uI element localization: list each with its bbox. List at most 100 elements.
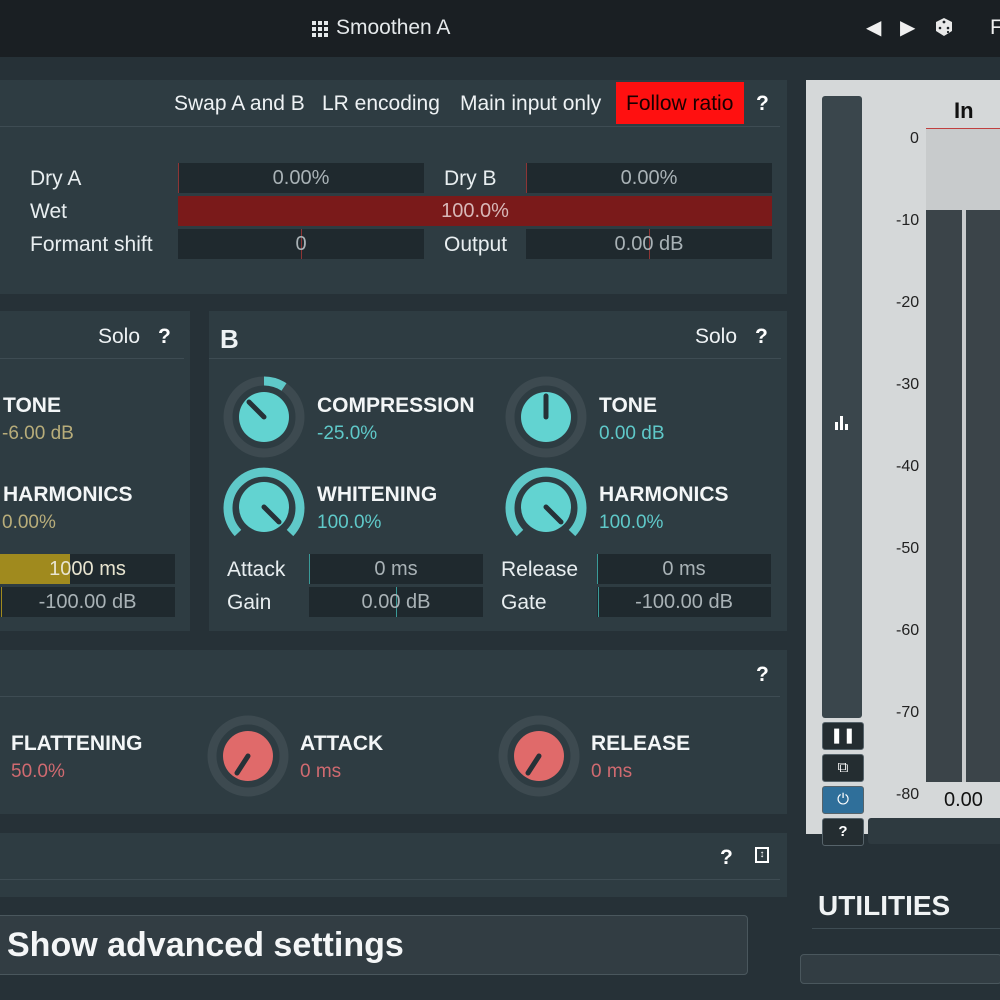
section-b-panel: B Solo ? COMPRESSION -25.0% TONE 0.00 dB… xyxy=(209,311,787,631)
show-advanced-settings-label: Show advanced settings xyxy=(7,926,404,964)
meter-scale-label: -60 xyxy=(896,622,920,639)
gain-label: Gain xyxy=(227,591,272,614)
pause-icon[interactable]: ❚❚ xyxy=(822,722,864,750)
formant-shift-value: 0 xyxy=(295,233,307,255)
harmonics-b-value: 100.0% xyxy=(599,512,664,533)
wet-value: 100.0% xyxy=(441,200,509,222)
output-value: 0.00 dB xyxy=(614,233,684,255)
divider xyxy=(0,696,780,697)
harmonics-b-title: HARMONICS xyxy=(599,483,729,506)
power-icon[interactable]: ⏻ xyxy=(822,786,864,814)
triangle-left-icon[interactable]: ◀ xyxy=(866,15,881,40)
swap-ab-button[interactable]: Swap A and B xyxy=(174,92,305,116)
triangle-right-icon[interactable]: ▶ xyxy=(900,15,915,40)
dry-a-label: Dry A xyxy=(30,167,82,190)
harmonics-a-title: HARMONICS xyxy=(3,483,133,506)
output-field[interactable]: 0.00 dB xyxy=(526,229,772,259)
formant-shift-label: Formant shift xyxy=(30,233,153,256)
attack-value: 0 ms xyxy=(374,558,418,580)
release-title: RELEASE xyxy=(591,732,691,755)
compression-title: COMPRESSION xyxy=(317,394,475,417)
meter-bar-right xyxy=(966,210,1000,782)
meter-readout: 0.00 xyxy=(944,789,983,811)
solo-a-button[interactable]: Solo xyxy=(98,325,140,349)
dice-icon[interactable] xyxy=(934,17,954,43)
flattening-panel: ? FLATTENING 50.0% ATTACK 0 ms RELEASE 0… xyxy=(0,650,787,814)
tone-a-value: -6.00 dB xyxy=(2,423,74,444)
solo-b-button[interactable]: Solo xyxy=(695,325,737,349)
tone-b-title: TONE xyxy=(599,394,657,417)
tone-b-knob[interactable] xyxy=(505,376,587,458)
whitening-knob[interactable] xyxy=(223,466,305,548)
a-level-field[interactable]: -100.00 dB xyxy=(0,587,175,617)
divider xyxy=(209,358,781,359)
gain-field[interactable]: 0.00 dB xyxy=(309,587,483,617)
whitening-value: 100.0% xyxy=(317,512,382,533)
tone-a-title: TONE xyxy=(3,394,61,417)
meter-scale-label: 0 xyxy=(910,130,919,147)
section-a-panel: Solo ? TONE -6.00 dB HARMONICS 0.00% 100… xyxy=(0,311,190,631)
attack-field[interactable]: 0 ms xyxy=(309,554,483,584)
help-icon[interactable]: ? xyxy=(756,92,769,116)
a-time-field[interactable]: 1000 ms xyxy=(0,554,175,584)
lr-encoding-button[interactable]: LR encoding xyxy=(322,92,440,116)
utilities-panel: UTILITIES xyxy=(806,880,1000,946)
meter-scale-label: -80 xyxy=(896,786,920,803)
wet-slider[interactable]: 100.0% xyxy=(178,196,772,226)
help-icon[interactable]: ? xyxy=(756,663,769,687)
attack-title: ATTACK xyxy=(300,732,384,755)
help-icon[interactable]: ? xyxy=(755,325,768,349)
flattening-value: 50.0% xyxy=(11,761,65,782)
output-label: Output xyxy=(444,233,508,256)
meter-side-bar[interactable] xyxy=(822,96,862,718)
help-icon[interactable]: ? xyxy=(720,846,733,870)
a-level-value: -100.00 dB xyxy=(38,591,137,613)
follow-ratio-label: Follow ratio xyxy=(626,92,734,115)
gain-value: 0.00 dB xyxy=(361,591,431,613)
gate-field[interactable]: -100.00 dB xyxy=(597,587,771,617)
divider xyxy=(812,928,1000,929)
main-input-only-button[interactable]: Main input only xyxy=(460,92,601,116)
divider xyxy=(0,126,780,127)
dry-b-field[interactable]: 0.00% xyxy=(526,163,772,193)
help-icon[interactable]: ? xyxy=(822,818,864,846)
dry-a-field[interactable]: 0.00% xyxy=(178,163,424,193)
show-advanced-settings-button[interactable]: Show advanced settings xyxy=(0,915,748,975)
gate-value: -100.00 dB xyxy=(635,591,733,613)
expand-icon[interactable]: ↕ xyxy=(755,847,769,863)
release-knob[interactable] xyxy=(498,715,580,797)
utilities-button[interactable] xyxy=(800,954,1000,984)
harmonics-b-knob[interactable] xyxy=(505,466,587,548)
a-time-value: 1000 ms xyxy=(49,558,126,580)
formant-shift-field[interactable]: 0 xyxy=(178,229,424,259)
attack-label: Attack xyxy=(227,558,286,581)
dry-b-label: Dry B xyxy=(444,167,497,190)
gate-label: Gate xyxy=(501,591,547,614)
attack-knob[interactable] xyxy=(207,715,289,797)
divider xyxy=(0,358,184,359)
top-bar: Smoothen A ◀ ▶ F xyxy=(0,0,1000,57)
divider xyxy=(0,879,780,880)
tone-b-value: 0.00 dB xyxy=(599,423,665,444)
compression-value: -25.0% xyxy=(317,423,378,444)
release-value-flat: 0 ms xyxy=(591,761,633,782)
grid-icon[interactable] xyxy=(312,21,328,37)
meter-scale-label: -40 xyxy=(896,458,920,475)
preset-name[interactable]: Smoothen A xyxy=(336,16,450,40)
meter-track xyxy=(926,128,1000,782)
flattening-title: FLATTENING xyxy=(11,732,143,755)
follow-ratio-button[interactable]: Follow ratio xyxy=(616,82,744,124)
release-field[interactable]: 0 ms xyxy=(597,554,771,584)
attack-value-flat: 0 ms xyxy=(300,761,342,782)
dry-b-value: 0.00% xyxy=(620,167,678,189)
cut-off-text: F xyxy=(990,16,1000,39)
popout-icon[interactable]: ⧉ xyxy=(822,754,864,782)
compression-knob[interactable] xyxy=(223,376,305,458)
meter-bar-left xyxy=(926,210,962,782)
meter-scale-label: -30 xyxy=(896,376,920,393)
release-value: 0 ms xyxy=(662,558,706,580)
meter-scale-label: -50 xyxy=(896,540,920,557)
help-icon[interactable]: ? xyxy=(158,325,171,349)
meter-bottom-field[interactable] xyxy=(868,818,1000,844)
bars-icon xyxy=(835,416,848,430)
